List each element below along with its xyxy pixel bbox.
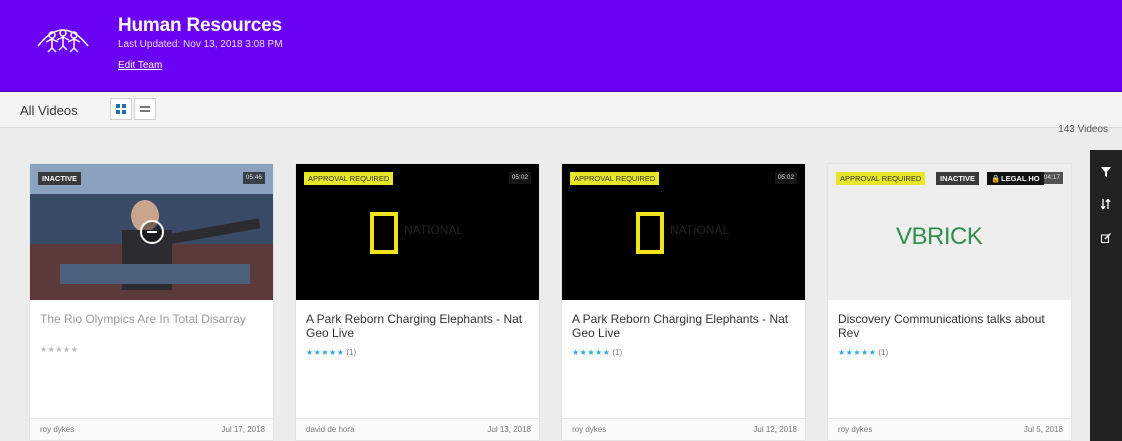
video-date: Jul 12, 2018 <box>753 425 797 434</box>
video-date: Jul 17, 2018 <box>221 425 265 434</box>
svg-text:NATIONAL: NATIONAL <box>670 223 729 237</box>
video-title[interactable]: A Park Reborn Charging Elephants - Nat G… <box>306 312 526 340</box>
team-header: Human Resources Last Updated: Nov 13, 20… <box>0 0 1122 92</box>
video-card[interactable]: INACTIVE 05:46 The Rio Olympics Are In T… <box>30 164 273 440</box>
duration-badge: 04:17 <box>1040 172 1063 184</box>
videos-toolbar: All Videos <box>0 92 1122 128</box>
video-date: Jul 13, 2018 <box>487 425 531 434</box>
video-thumbnail[interactable]: INACTIVE 05:46 <box>30 164 273 300</box>
sort-icon <box>1101 199 1111 209</box>
list-view-icon <box>140 106 150 112</box>
rating-stars: ★★★★★ <box>306 348 345 357</box>
card-footer: roy dykes Jul 17, 2018 <box>30 418 273 440</box>
video-title[interactable]: Discovery Communications talks about Rev <box>838 312 1058 340</box>
card-footer: roy dykes Jul 12, 2018 <box>562 418 805 440</box>
edit-button[interactable] <box>1098 230 1114 246</box>
duration-badge: 05:02 <box>774 172 797 184</box>
side-toolbar <box>1090 150 1122 441</box>
legal-hold-label: LEGAL HO <box>1001 174 1040 183</box>
video-author: david de hora <box>306 425 355 434</box>
svg-text:VBRICK: VBRICK <box>896 223 983 250</box>
approval-badge: APPROVAL REQUIRED <box>836 172 926 185</box>
rating-stars: ★★★★★ <box>838 348 877 357</box>
inactive-badge: INACTIVE <box>936 172 980 185</box>
filter-icon <box>1101 167 1111 177</box>
card-footer: david de hora Jul 13, 2018 <box>296 418 539 440</box>
video-thumbnail[interactable]: NATIONAL APPROVAL REQUIRED 05:02 <box>562 164 805 300</box>
video-date: Jul 5, 2018 <box>1023 425 1063 434</box>
video-title[interactable]: The Rio Olympics Are In Total Disarray <box>40 312 260 326</box>
video-card[interactable]: NATIONAL APPROVAL REQUIRED 05:02 A Park … <box>296 164 539 440</box>
grid-view-icon <box>116 104 126 114</box>
team-title: Human Resources <box>118 15 282 36</box>
rating-count: (1) <box>346 348 357 357</box>
duration-badge: 05:46 <box>242 172 265 184</box>
status-badge: APPROVAL REQUIRED <box>570 172 660 185</box>
duration-badge: 05:02 <box>508 172 531 184</box>
last-updated: Last Updated: Nov 13, 2018 3:08 PM <box>118 39 283 50</box>
edit-icon <box>1101 233 1111 243</box>
rating-count: (1) <box>878 348 889 357</box>
sort-button[interactable] <box>1098 196 1114 212</box>
lock-icon: 🔒 <box>991 174 1001 183</box>
rating-stars: ★★★★★ <box>572 348 611 357</box>
video-author: roy dykes <box>40 425 75 434</box>
video-author: roy dykes <box>572 425 607 434</box>
rating: ★★★★★ (1) <box>306 348 356 357</box>
play-icon[interactable] <box>140 220 164 244</box>
status-badge: APPROVAL REQUIRED <box>304 172 394 185</box>
edit-team-link[interactable]: Edit Team <box>118 60 162 71</box>
video-count: 143 Videos <box>1058 124 1108 135</box>
people-circle-icon <box>37 29 89 53</box>
rating: ★★★★★ (1) <box>838 348 888 357</box>
toolbar-title: All Videos <box>20 103 78 118</box>
video-card[interactable]: NATIONAL APPROVAL REQUIRED 05:02 A Park … <box>562 164 805 440</box>
video-author: roy dykes <box>838 425 873 434</box>
grid-view-button[interactable] <box>110 98 132 120</box>
rating: ★★★★★ <box>40 345 78 354</box>
video-card[interactable]: VBRICK APPROVAL REQUIRED INACTIVE 🔒 LEGAL… <box>828 164 1071 440</box>
card-footer: roy dykes Jul 5, 2018 <box>828 418 1071 440</box>
rating-stars: ★★★★★ <box>40 345 79 354</box>
video-title[interactable]: A Park Reborn Charging Elephants - Nat G… <box>572 312 792 340</box>
list-view-button[interactable] <box>134 98 156 120</box>
filter-button[interactable] <box>1098 164 1114 180</box>
status-badge: INACTIVE <box>38 172 82 185</box>
svg-text:NATIONAL: NATIONAL <box>404 223 463 237</box>
legal-hold-badge: 🔒 LEGAL HO <box>987 172 1044 185</box>
video-thumbnail[interactable]: VBRICK APPROVAL REQUIRED INACTIVE 🔒 LEGAL… <box>828 164 1071 300</box>
rating-count: (1) <box>612 348 623 357</box>
rating: ★★★★★ (1) <box>572 348 622 357</box>
video-thumbnail[interactable]: NATIONAL APPROVAL REQUIRED 05:02 <box>296 164 539 300</box>
